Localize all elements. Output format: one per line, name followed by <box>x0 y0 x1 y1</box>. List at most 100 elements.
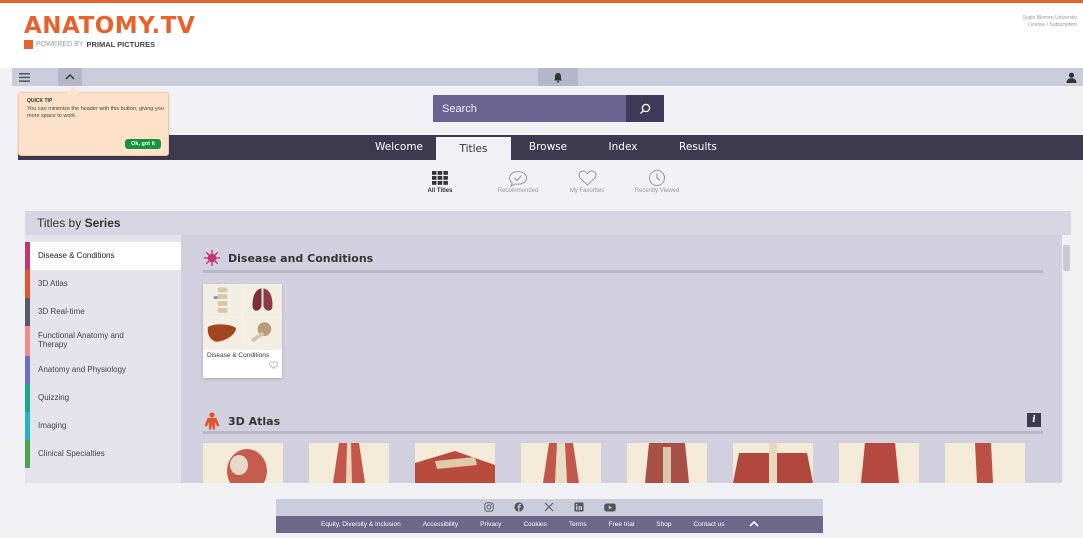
subnav-recently-viewed[interactable]: Recently Viewed <box>624 168 690 194</box>
subnav-label: Recommended <box>497 188 539 194</box>
sidebar-item-3d-real-time[interactable]: 3D Real-time <box>25 298 181 326</box>
search-icon <box>640 103 651 114</box>
sidebar-item-quizzing[interactable]: Quizzing <box>25 384 181 412</box>
subnav-recommended[interactable]: Recommended <box>487 168 549 194</box>
section-divider <box>203 431 1043 434</box>
notifications-button[interactable] <box>538 68 578 86</box>
favorite-toggle[interactable] <box>269 356 278 374</box>
facebook-icon[interactable] <box>513 499 524 517</box>
primal-pictures-mark-icon <box>24 40 33 49</box>
company-name: PRIMAL PICTURES <box>86 40 156 49</box>
sidebar-item-label: Anatomy and Physiology <box>38 364 127 374</box>
atlas-card-head[interactable] <box>203 443 283 483</box>
tab-welcome[interactable]: Welcome <box>364 135 434 160</box>
tab-browse[interactable]: Browse <box>513 135 583 160</box>
quick-tip-text: You can minimize the header with this bu… <box>27 106 164 120</box>
license-info: Sogle Blomen University License / Subscr… <box>1023 15 1077 29</box>
sidebar-item-label: Disease & Conditions <box>38 250 115 260</box>
sidebar-item-functional-anatomy[interactable]: Functional Anatomy and Therapy <box>25 326 181 356</box>
hamburger-menu-button[interactable] <box>12 68 36 86</box>
atlas-card-thorax[interactable] <box>627 443 707 483</box>
logo-title: ANATOMY.TV <box>24 13 196 39</box>
sidebar-item-imaging[interactable]: Imaging <box>25 412 181 440</box>
scrollbar-thumb[interactable] <box>1063 245 1070 271</box>
footer-link-free-trial[interactable]: Free trial <box>609 521 635 528</box>
body-figure-icon <box>204 412 220 430</box>
subnav-label: All Titles <box>427 188 453 194</box>
head-muscles-thumbnail-icon <box>227 449 267 483</box>
leg-muscles-thumbnail-icon <box>975 443 993 483</box>
section-atlas-title: 3D Atlas <box>203 411 280 431</box>
footer-link-cookies[interactable]: Cookies <box>523 521 546 528</box>
instagram-icon[interactable] <box>483 499 494 517</box>
spine-thumbnail-icon <box>203 284 242 317</box>
footer-links-bar: Equity, Diversity & Inclusion Accessibil… <box>276 516 823 533</box>
atlas-card-back[interactable] <box>733 443 813 483</box>
quick-tip-popover: QUICK TIP You can minimize the header wi… <box>18 87 169 156</box>
youtube-icon[interactable] <box>603 499 616 517</box>
tab-index[interactable]: Index <box>588 135 658 160</box>
sidebar-item-disease-conditions[interactable]: Disease & Conditions <box>25 242 181 270</box>
sidebar-item-3d-atlas[interactable]: 3D Atlas <box>25 270 181 298</box>
anatomy-tv-logo[interactable]: ANATOMY.TV POWERED BY PRIMAL PICTURES <box>24 13 195 49</box>
title-card-thumbnails <box>203 284 282 350</box>
utility-bar <box>12 68 1083 86</box>
search-button[interactable] <box>626 95 664 122</box>
section-atlas-label: 3D Atlas <box>228 414 281 428</box>
hip-muscles-thumbnail-icon <box>861 443 899 483</box>
tab-results[interactable]: Results <box>663 135 733 160</box>
footer-link-accessibility[interactable]: Accessibility <box>423 521 458 528</box>
chevron-up-icon <box>65 74 75 80</box>
atlas-card-shoulder[interactable] <box>415 443 495 483</box>
clock-icon <box>624 168 690 188</box>
subnav-my-favorites[interactable]: My Favorites <box>558 168 616 194</box>
atlas-card-hip[interactable] <box>839 443 919 483</box>
sidebar-item-label: 3D Atlas <box>38 278 68 288</box>
titles-by-series-panel: Titles by Series Disease & Conditions 3D… <box>25 211 1071 483</box>
tab-titles[interactable]: Titles <box>436 137 511 162</box>
atlas-info-button[interactable]: i <box>1027 413 1041 427</box>
atlas-card-leg[interactable] <box>945 443 1025 483</box>
chevron-up-icon <box>748 520 759 527</box>
search-input[interactable] <box>433 95 626 122</box>
quick-tip-ok-button[interactable]: Ok, got it <box>125 139 161 149</box>
sidebar-item-label: Imaging <box>38 420 67 430</box>
linkedin-icon[interactable] <box>574 499 584 517</box>
atlas-card-arm[interactable] <box>521 443 601 483</box>
license-type: License / Subscription <box>1028 22 1077 28</box>
hamburger-icon <box>18 72 30 82</box>
liver-thumbnail-icon <box>203 317 242 350</box>
atlas-card-neck[interactable] <box>309 443 389 483</box>
sidebar-item-label: Quizzing <box>38 392 70 402</box>
x-icon[interactable] <box>544 499 554 517</box>
section-disease-title: Disease and Conditions <box>203 248 373 268</box>
sidebar-item-clinical-specialties[interactable]: Clinical Specialties <box>25 440 181 468</box>
footer-link-shop[interactable]: Shop <box>656 521 671 528</box>
heart-icon <box>269 361 278 369</box>
sidebar-item-anatomy-physiology[interactable]: Anatomy and Physiology <box>25 356 181 384</box>
shoulder-muscles-thumbnail-icon <box>415 451 495 483</box>
virus-icon <box>204 250 220 266</box>
sidebar-item-label: Clinical Specialties <box>38 448 105 458</box>
bell-icon <box>554 72 562 83</box>
main-nav: Welcome Titles Browse Index Results <box>18 135 1083 162</box>
footer-link-privacy[interactable]: Privacy <box>480 521 501 528</box>
lungs-thumbnail-icon <box>242 284 282 317</box>
footer-link-terms[interactable]: Terms <box>569 521 587 528</box>
subnav-all-titles[interactable]: All Titles <box>414 168 466 194</box>
search-bar <box>433 95 664 122</box>
user-account-button[interactable] <box>1059 68 1083 86</box>
powered-by-text: POWERED BY <box>36 41 84 48</box>
scroll-to-top-button[interactable] <box>748 520 759 529</box>
footer-link-equity[interactable]: Equity, Diversity & Inclusion <box>321 521 401 528</box>
grid-icon <box>414 168 466 188</box>
subnav-label: Recently Viewed <box>634 188 680 194</box>
title-card-disease-conditions[interactable]: Disease & Conditions <box>203 284 282 378</box>
sidebar-item-label: Functional Anatomy and Therapy <box>38 331 124 349</box>
neck-muscles-thumbnail-icon <box>333 443 365 483</box>
titles-content[interactable]: Disease and Conditions Disease & Conditi… <box>181 235 1071 483</box>
collapse-header-button[interactable] <box>58 68 82 86</box>
series-header-prefix: Titles by <box>37 216 82 230</box>
content-scrollbar[interactable] <box>1062 235 1071 483</box>
footer-link-contact[interactable]: Contact us <box>693 521 724 528</box>
